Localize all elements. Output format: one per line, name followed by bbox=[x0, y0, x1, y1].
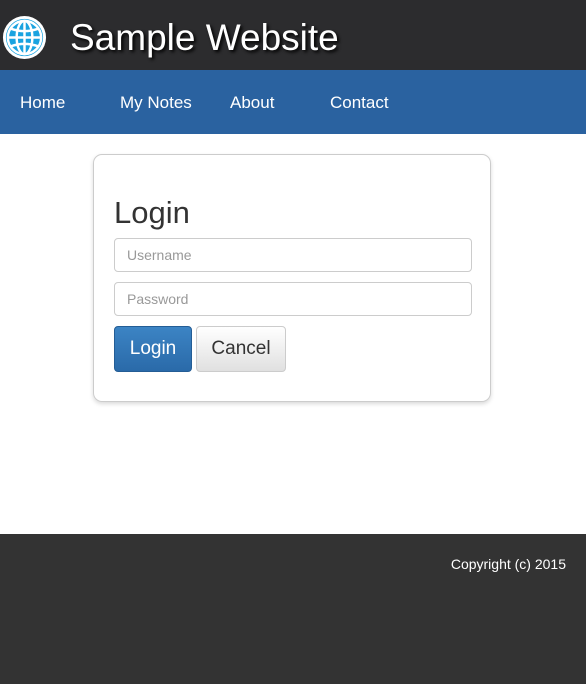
login-title: Login bbox=[114, 195, 190, 230]
globe-icon bbox=[2, 15, 47, 60]
username-input[interactable] bbox=[114, 238, 472, 272]
site-header: Sample Website bbox=[0, 0, 586, 70]
password-input[interactable] bbox=[114, 282, 472, 316]
nav-home[interactable]: Home bbox=[20, 93, 65, 113]
footer: Copyright (c) 2015 bbox=[0, 534, 586, 684]
cancel-button[interactable]: Cancel bbox=[196, 326, 286, 372]
nav-contact[interactable]: Contact bbox=[330, 93, 389, 113]
copyright-text: Copyright (c) 2015 bbox=[450, 556, 566, 572]
login-card: Login Login Cancel bbox=[93, 154, 491, 402]
nav-bar: Home My Notes About Contact bbox=[0, 70, 586, 134]
nav-my-notes[interactable]: My Notes bbox=[120, 93, 192, 113]
login-button[interactable]: Login bbox=[114, 326, 192, 372]
site-title: Sample Website bbox=[70, 17, 339, 58]
nav-about[interactable]: About bbox=[230, 93, 274, 113]
